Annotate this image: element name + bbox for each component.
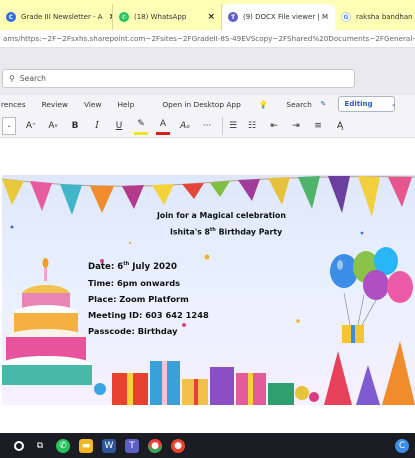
tab-whatsapp[interactable]: ✆ (18) WhatsApp × <box>113 4 222 30</box>
invite-headline: Join for a Magical celebration <box>157 211 286 220</box>
bold-button[interactable]: B <box>68 117 82 135</box>
browser-tab-bar: C Grade III Newsletter - A × ✆ (18) What… <box>0 0 415 30</box>
italic-button[interactable]: I <box>90 117 104 135</box>
url-text: ams/https:~2F~2Fsxhs.sharepoint.com~2Fsi… <box>3 34 415 43</box>
whatsapp-icon: ✆ <box>119 12 129 22</box>
close-icon[interactable]: × <box>207 12 215 22</box>
highlight-icon[interactable]: ✎ <box>134 117 148 135</box>
chrome-icon[interactable]: ● <box>148 438 162 453</box>
invite-name: Ishita's 8 <box>170 227 210 237</box>
shrink-font-button[interactable]: Av <box>46 117 60 135</box>
search-input[interactable]: ⚲ Search <box>2 69 355 88</box>
styles-icon[interactable]: Ą <box>333 117 347 135</box>
app-icon[interactable]: ● <box>171 438 185 453</box>
birthday-invitation-image: Join for a Magical celebration Ishita's … <box>2 175 415 405</box>
document-page[interactable]: Join for a Magical celebration Ishita's … <box>0 138 415 433</box>
tab-grade-newsletter[interactable]: C Grade III Newsletter - A × <box>0 4 113 30</box>
ribbon-search-label: Search <box>286 100 312 109</box>
editing-label: Editing <box>344 100 373 108</box>
google-icon: G <box>341 12 351 22</box>
menu-item-review[interactable]: Review <box>42 100 68 109</box>
search-icon: ⚲ <box>9 74 15 83</box>
decrease-indent-icon[interactable]: ⇤ <box>267 117 281 135</box>
ribbon-menu: rences Review View Help Open in Desktop … <box>0 95 415 114</box>
open-in-desktop-app-button[interactable]: Open in Desktop App <box>162 100 240 109</box>
task-view-icon[interactable]: ⧉ <box>33 439 47 453</box>
tab-raksha-bandhan[interactable]: G raksha bandhan <box>335 4 415 30</box>
editing-mode-button[interactable]: ✎ Editing ⌄ <box>320 96 397 112</box>
bullets-icon[interactable]: ☰ <box>222 116 237 135</box>
address-bar[interactable]: ams/https:~2F~2Fsxhs.sharepoint.com~2Fsi… <box>0 30 415 48</box>
invite-party: Birthday Party <box>215 227 283 237</box>
invite-place: Place: Zoom Platform <box>88 294 189 304</box>
grow-font-button[interactable]: A ^ <box>24 117 38 135</box>
tab-label: Grade III Newsletter - A <box>21 13 103 21</box>
font-color-label: A <box>159 119 167 129</box>
word-icon[interactable]: W <box>102 438 116 453</box>
tab-label: raksha bandhan <box>356 13 413 21</box>
invite-passcode: Passcode: Birthday <box>88 326 178 336</box>
increase-indent-icon[interactable]: ⇥ <box>289 117 303 135</box>
numbering-icon[interactable]: ☷ <box>245 117 259 135</box>
format-toolbar: ⌄ A ^ Av B I U ✎ A Aₒ ··· ☰ ☷ ⇤ ⇥ ≡ Ą <box>0 114 415 138</box>
date-rest: July 2020 <box>129 261 177 272</box>
file-explorer-icon[interactable]: ▬ <box>79 438 93 453</box>
invite-subtitle: Ishita's 8th Birthday Party <box>170 227 282 237</box>
font-size-dropdown[interactable]: ⌄ <box>2 116 16 135</box>
invite-meeting-id: Meeting ID: 603 642 1248 <box>88 310 209 320</box>
search-circle-icon[interactable] <box>14 440 24 451</box>
lightbulb-icon: 💡 <box>258 100 269 109</box>
menu-item-references[interactable]: rences <box>1 100 26 109</box>
teams-icon: T <box>228 12 238 22</box>
chrome-doc-icon: C <box>6 12 16 22</box>
tab-label: (18) WhatsApp <box>134 13 187 21</box>
pencil-icon: ✎ <box>320 100 327 108</box>
clear-format-icon[interactable]: Aₒ <box>178 117 192 135</box>
underline-button[interactable]: U <box>112 117 126 135</box>
tab-label: (9) DOCX File viewer | M <box>243 13 329 21</box>
menu-item-help[interactable]: Help <box>118 100 135 109</box>
ribbon-search[interactable]: 💡 Search <box>259 100 328 109</box>
menu-item-view[interactable]: View <box>84 100 102 109</box>
more-options-button[interactable]: ··· <box>200 117 214 135</box>
invite-time: Time: 6pm onwards <box>88 278 181 288</box>
teams-header: ⚲ Search <box>0 48 415 95</box>
document-canvas: Join for a Magical celebration Ishita's … <box>0 138 415 433</box>
whatsapp-icon[interactable]: ✆ <box>56 438 70 453</box>
align-icon[interactable]: ≡ <box>311 117 325 135</box>
screen: C Grade III Newsletter - A × ✆ (18) What… <box>0 0 415 458</box>
windows-taskbar: ⧉ ✆ ▬ W T ● ● C <box>0 433 415 458</box>
invite-date: Date: 6th July 2020 <box>88 261 177 272</box>
notification-icon[interactable]: C <box>395 438 409 453</box>
chevron-down-icon: ⌄ <box>390 100 397 108</box>
invitation-artwork <box>2 176 415 405</box>
search-placeholder: Search <box>19 74 46 83</box>
date-label: Date: 6 <box>88 261 124 272</box>
teams-icon[interactable]: T <box>125 438 139 453</box>
font-color-button[interactable]: A <box>156 117 170 135</box>
tab-docx-viewer[interactable]: T (9) DOCX File viewer | M × <box>222 4 335 30</box>
